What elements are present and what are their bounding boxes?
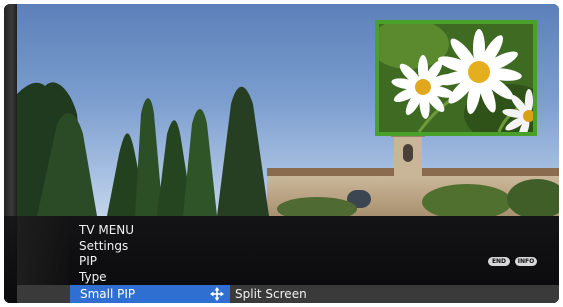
selected-option-row: Small PIP Split Screen <box>17 285 559 303</box>
menu-item-small-pip[interactable]: Small PIP <box>70 285 230 303</box>
tv-menu-panel: TV MENU Settings PIP Type END INFO Small… <box>4 216 559 303</box>
four-way-arrow-icon <box>210 287 224 301</box>
end-button-icon[interactable]: END <box>488 257 510 266</box>
breadcrumb-settings: Settings <box>79 239 129 253</box>
breadcrumb-pip: PIP <box>79 254 98 268</box>
pip-daisy-image <box>379 24 533 132</box>
info-button-icon[interactable]: INFO <box>515 257 537 266</box>
menu-item-label: Small PIP <box>80 287 136 301</box>
selected-value-split-screen[interactable]: Split Screen <box>235 287 307 301</box>
breadcrumb-tv-menu: TV MENU <box>79 223 135 237</box>
pip-window[interactable] <box>375 20 537 136</box>
tv-screen: TV MENU Settings PIP Type END INFO Small… <box>4 4 559 303</box>
breadcrumb-type: Type <box>79 270 107 284</box>
